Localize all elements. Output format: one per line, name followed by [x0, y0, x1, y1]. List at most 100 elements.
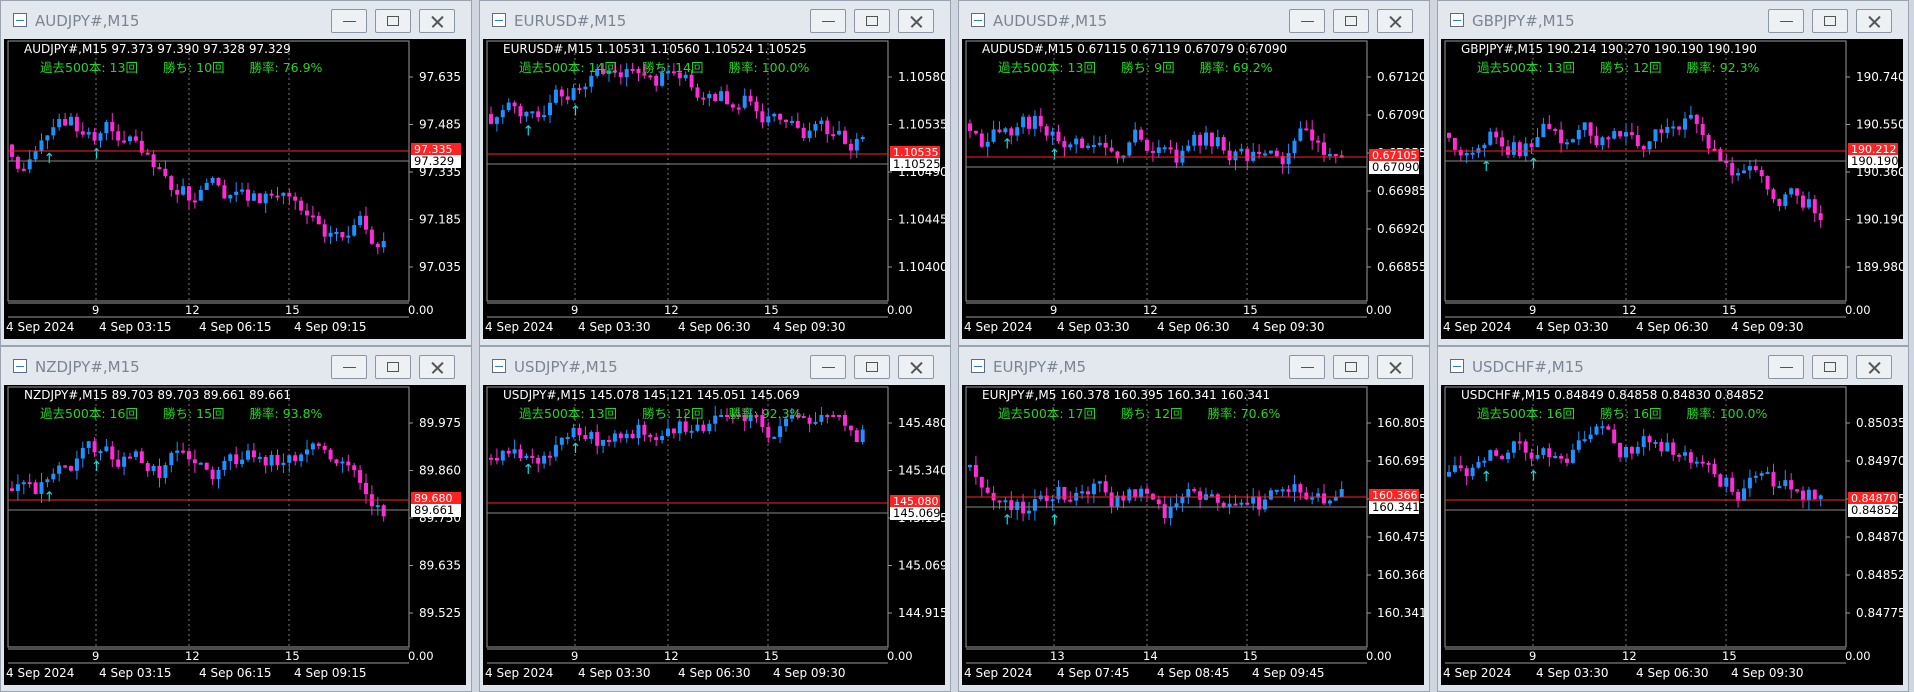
chart-window-titlebar[interactable]: AUDUSD#,M15 — [959, 1, 1429, 39]
chart-canvas[interactable]: 160.805160.695160.585160.475160.366160.3… — [962, 385, 1424, 685]
minimize-button[interactable] — [1289, 355, 1325, 379]
candle-body — [104, 446, 109, 452]
candle-body — [1091, 145, 1096, 148]
candle-body — [1298, 128, 1303, 141]
candle-body — [1582, 439, 1587, 442]
candlestick-chart[interactable]: 1.105801.105351.104901.104451.104009 12 15… — [483, 39, 945, 339]
minimize-button[interactable] — [1289, 9, 1325, 33]
chart-window-titlebar[interactable]: NZDJPY#,M15 — [1, 347, 471, 385]
chart-window-0[interactable]: AUDJPY#,M15 97.635 97.485 97.335 97.185 97.0… — [0, 0, 472, 346]
candle-body — [778, 113, 783, 120]
candle-body — [518, 106, 523, 117]
chart-canvas[interactable]: 0.850350.849700.849050.848700.848520.847… — [1441, 385, 1903, 685]
maximize-button[interactable] — [854, 355, 890, 379]
chart-canvas[interactable]: 89.975 89.860 89.750 89.635 89.525 9 12 15 0.00 4… — [4, 385, 466, 685]
close-button[interactable] — [898, 9, 934, 33]
candle-body — [57, 465, 62, 474]
close-button[interactable] — [419, 355, 455, 379]
chart-window-5[interactable]: USDJPY#,M15 145.480145.340145.195145.069… — [479, 346, 951, 692]
candle-body — [807, 130, 812, 139]
close-button[interactable] — [898, 355, 934, 379]
chart-canvas[interactable]: 97.635 97.485 97.335 97.185 97.035 9 12 15 0.00 4… — [4, 39, 466, 339]
chart-window-titlebar[interactable]: GBPJPY#,M15 — [1438, 1, 1908, 39]
close-button[interactable] — [1377, 9, 1413, 33]
maximize-button[interactable] — [375, 9, 411, 33]
candle-body — [222, 460, 227, 470]
minimize-button[interactable] — [331, 355, 367, 379]
candlestick-chart[interactable]: 160.805160.695160.585160.475160.366160.3… — [962, 385, 1424, 685]
price-tick-label: 0.66855 — [1377, 260, 1424, 274]
maximize-button[interactable] — [1333, 9, 1369, 33]
minimize-button[interactable] — [1768, 9, 1804, 33]
candle-body — [494, 117, 499, 124]
candle-body — [269, 454, 274, 466]
chart-window-titlebar[interactable]: USDCHF#,M15 — [1438, 347, 1908, 385]
candlestick-chart[interactable]: 97.63597.48597.33597.18597.0359 12 15 0.004… — [4, 39, 466, 339]
candle-body — [1712, 464, 1717, 475]
candle-body — [577, 427, 582, 436]
close-button[interactable] — [1377, 355, 1413, 379]
maximize-button[interactable] — [375, 355, 411, 379]
maximize-button[interactable] — [1333, 355, 1369, 379]
chart-window-titlebar[interactable]: EURJPY#,M5 — [959, 347, 1429, 385]
chart-window-6[interactable]: EURJPY#,M5 160.805160.695160.585160.4751… — [958, 346, 1430, 692]
candle-body — [1180, 497, 1185, 504]
candle-body — [74, 458, 79, 471]
chart-window-2[interactable]: AUDUSD#,M15 0.671200.670900.670550.66985… — [958, 0, 1430, 346]
candlestick-chart[interactable]: 190.740190.550190.360190.190189.9809 12 15… — [1441, 39, 1903, 339]
candle-body — [1706, 462, 1711, 465]
candle-body — [848, 425, 853, 431]
chart-canvas[interactable]: 0.671200.670900.670550.669850.669200.668… — [962, 39, 1424, 339]
chart-window-4[interactable]: NZDJPY#,M15 89.975 89.860 89.750 89.635 89.5… — [0, 346, 472, 692]
candle-body — [854, 138, 859, 151]
candlestick-chart[interactable]: 145.480145.340145.195145.069144.91591215… — [483, 385, 945, 685]
date-label: 4 Sep 2024 — [1443, 320, 1511, 334]
candle-body — [1156, 499, 1161, 505]
candle-body — [536, 111, 541, 118]
close-button[interactable] — [1856, 9, 1892, 33]
minimize-button[interactable] — [331, 9, 367, 33]
candle-body — [1139, 129, 1144, 140]
chart-window-1[interactable]: EURUSD#,M15 1.10580 1.10535 1.10490 1.10445… — [479, 0, 951, 346]
candle-body — [375, 243, 380, 248]
candlestick-chart[interactable]: 0.671200.670900.670550.669850.669200.668… — [962, 39, 1424, 339]
candle-body — [701, 424, 706, 432]
price-tick-label: 189.980 — [1856, 260, 1903, 274]
price-tick-label: 145.480 — [898, 416, 945, 430]
chart-window-titlebar[interactable]: AUDJPY#,M15 — [1, 1, 471, 39]
candle-body — [1274, 489, 1279, 492]
minimize-button[interactable] — [810, 355, 846, 379]
minimize-button[interactable] — [810, 9, 846, 33]
chart-window-titlebar[interactable]: USDJPY#,M15 — [480, 347, 950, 385]
maximize-button[interactable] — [1812, 355, 1848, 379]
date-label: 4 Sep 2024 — [6, 666, 74, 680]
candle-body — [69, 116, 73, 126]
candle-body — [1292, 484, 1297, 492]
maximize-button[interactable] — [1812, 9, 1848, 33]
candle-body — [1192, 489, 1197, 492]
candle-body — [216, 469, 221, 480]
candle-body — [548, 455, 552, 458]
candle-body — [269, 193, 274, 196]
chart-canvas[interactable]: 1.10580 1.10535 1.10490 1.10445 1.10400 9 12 15… — [483, 39, 945, 339]
candle-body — [287, 192, 292, 197]
candle-body — [204, 462, 209, 470]
chart-window-3[interactable]: GBPJPY#,M15 190.740 190.550 190.360 190.190… — [1437, 0, 1909, 346]
candle-body — [10, 488, 14, 491]
chart-canvas[interactable]: 145.480145.340145.195145.069144.91591215… — [483, 385, 945, 685]
current-price-label: 190.190 — [1851, 154, 1899, 168]
chart-canvas[interactable]: 190.740 190.550 190.360 190.190 189.980 9 12 15… — [1441, 39, 1903, 339]
chart-window-titlebar[interactable]: EURUSD#,M15 — [480, 1, 950, 39]
signal-arrow-icon: ↑ — [1049, 147, 1061, 163]
maximize-button[interactable] — [854, 9, 890, 33]
chart-window-7[interactable]: USDCHF#,M15 0.850350.849700.849050.84870… — [1437, 346, 1909, 692]
close-button[interactable] — [1856, 355, 1892, 379]
candlestick-chart[interactable]: 89.97589.86089.75089.63589.5259 12 15 0.004… — [4, 385, 466, 685]
symbol-label: USDCHF#,M15 — [1461, 388, 1551, 402]
minimize-button[interactable] — [1768, 355, 1804, 379]
candle-body — [1753, 166, 1758, 171]
candle-body — [133, 451, 138, 457]
candle-body — [1600, 426, 1605, 429]
candlestick-chart[interactable]: 0.850350.849700.849050.848700.848520.847… — [1441, 385, 1903, 685]
close-button[interactable] — [419, 9, 455, 33]
